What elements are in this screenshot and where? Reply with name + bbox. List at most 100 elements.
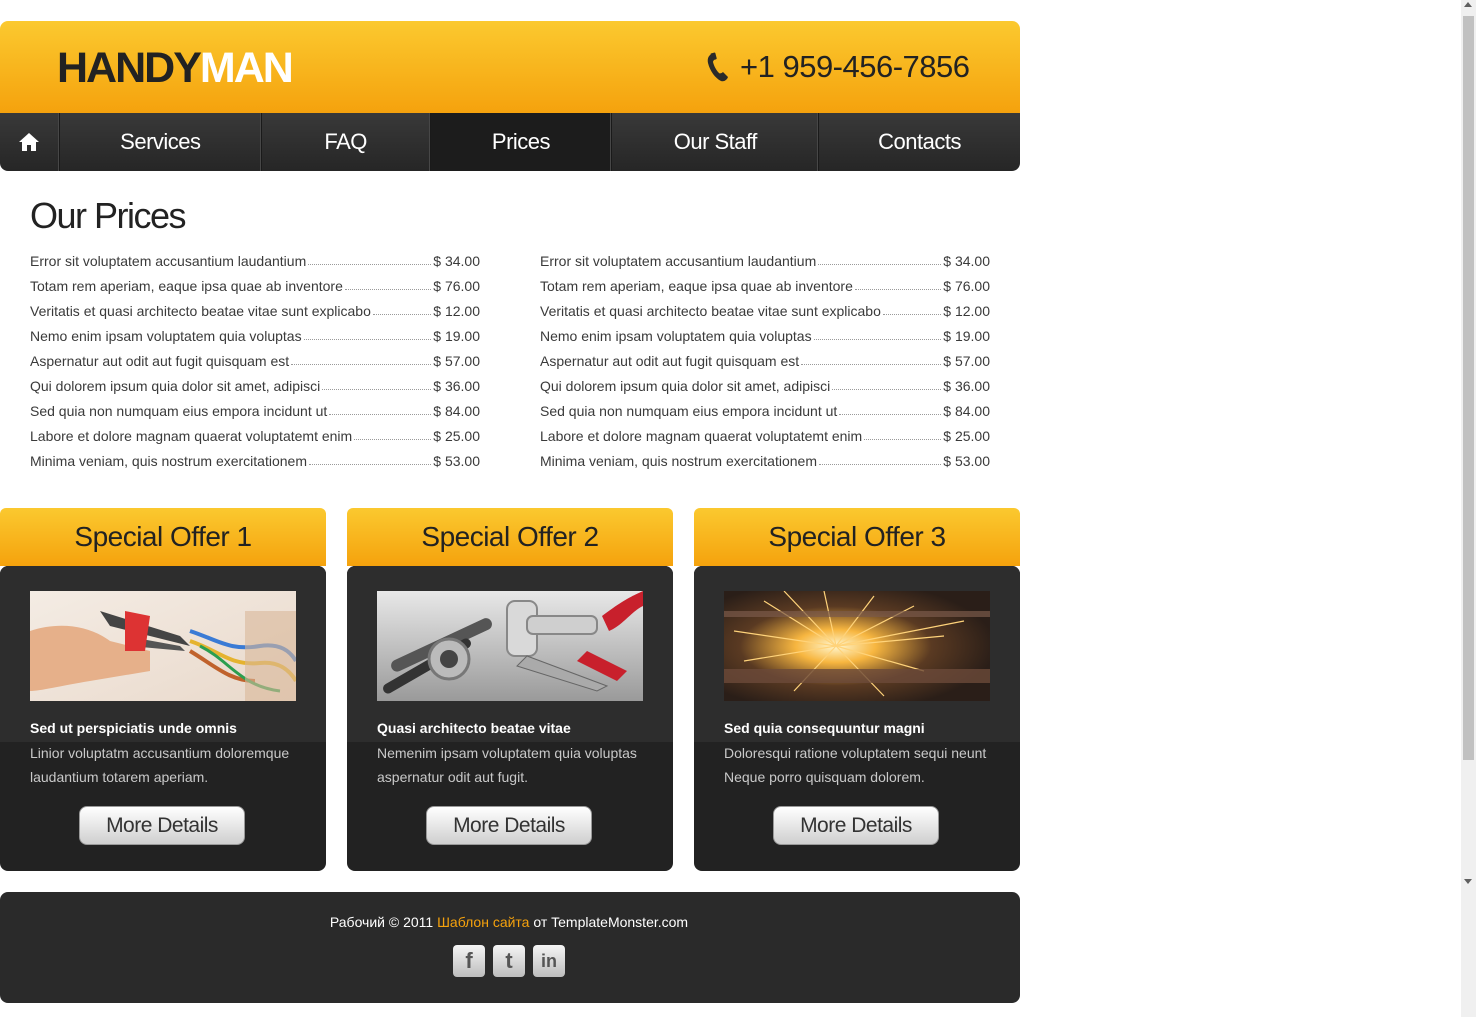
- special-offer-3: Special Offer 3 Sed quia consequuntur ma…: [694, 508, 1020, 871]
- footer-link[interactable]: Шаблон сайта: [437, 914, 529, 930]
- price-row: Sed quia non numquam eius empora incidun…: [540, 394, 990, 419]
- price-item-name: Totam rem aperiam, eaque ipsa quae ab in…: [30, 278, 343, 294]
- dotted-leader: [839, 413, 942, 415]
- header: HANDYMAN +1 959-456-7856: [0, 21, 1020, 113]
- price-list-right: Error sit voluptatem accusantium laudant…: [540, 244, 990, 469]
- nav-prices[interactable]: Prices: [430, 113, 613, 171]
- nav-our-staff[interactable]: Our Staff: [612, 113, 820, 171]
- dotted-leader: [308, 263, 432, 265]
- footer: Рабочий © 2011 Шаблон сайта от TemplateM…: [0, 892, 1020, 1003]
- plumbing-tools-photo: [377, 591, 643, 701]
- price-row: Labore et dolore magnam quaerat voluptat…: [540, 419, 990, 444]
- price-item-name: Veritatis et quasi architecto beatae vit…: [540, 303, 881, 319]
- offer-heading: Sed quia consequuntur magni: [724, 720, 925, 736]
- price-value: $ 76.00: [943, 278, 990, 294]
- price-value: $ 76.00: [433, 278, 480, 294]
- dotted-leader: [832, 388, 942, 390]
- price-value: $ 12.00: [943, 303, 990, 319]
- page: HANDYMAN +1 959-456-7856 Services FAQ Pr…: [0, 21, 1020, 871]
- dotted-leader: [322, 388, 432, 390]
- price-row: Totam rem aperiam, eaque ipsa quae ab in…: [540, 269, 990, 294]
- price-value: $ 36.00: [943, 378, 990, 394]
- nav-contacts[interactable]: Contacts: [819, 113, 1020, 171]
- price-row: Error sit voluptatem accusantium laudant…: [540, 244, 990, 269]
- dotted-leader: [372, 313, 432, 315]
- dotted-leader: [819, 463, 942, 465]
- dotted-leader: [818, 263, 942, 265]
- offer-title: Special Offer 1: [0, 508, 326, 566]
- dotted-leader: [329, 413, 432, 415]
- logo[interactable]: HANDYMAN: [57, 44, 294, 92]
- price-value: $ 25.00: [943, 428, 990, 444]
- dotted-leader: [303, 338, 432, 340]
- more-details-button-2[interactable]: More Details: [426, 806, 592, 845]
- price-item-name: Qui dolorem ipsum quia dolor sit amet, a…: [30, 378, 321, 394]
- price-value: $ 12.00: [433, 303, 480, 319]
- nav-faq[interactable]: FAQ: [262, 113, 431, 171]
- price-value: $ 19.00: [433, 328, 480, 344]
- price-item-name: Nemo enim ipsam voluptatem quia voluptas: [540, 328, 812, 344]
- price-row: Aspernatur aut odit aut fugit quisquam e…: [30, 344, 480, 369]
- logo-part2: MAN: [199, 44, 294, 92]
- price-item-name: Error sit voluptatem accusantium laudant…: [540, 253, 817, 269]
- footer-suffix: от TemplateMonster.com: [529, 914, 689, 930]
- price-item-name: Labore et dolore magnam quaerat voluptat…: [540, 428, 863, 444]
- price-value: $ 34.00: [943, 253, 990, 269]
- price-item-name: Minima veniam, quis nostrum exercitation…: [540, 453, 817, 469]
- price-value: $ 53.00: [433, 453, 480, 469]
- price-row: Veritatis et quasi architecto beatae vit…: [30, 294, 480, 319]
- price-value: $ 25.00: [433, 428, 480, 444]
- price-item-name: Totam rem aperiam, eaque ipsa quae ab in…: [540, 278, 853, 294]
- offer-heading: Sed ut perspiciatis unde omnis: [30, 720, 237, 736]
- price-row: Qui dolorem ipsum quia dolor sit amet, a…: [30, 369, 480, 394]
- dotted-leader: [344, 288, 432, 290]
- nav-services[interactable]: Services: [60, 113, 262, 171]
- price-value: $ 84.00: [943, 403, 990, 419]
- scroll-down-icon[interactable]: [1464, 879, 1472, 884]
- offer-body: Sed ut perspiciatis unde omnis Linior vo…: [0, 566, 326, 871]
- scroll-up-icon[interactable]: [1464, 2, 1472, 7]
- price-item-name: Qui dolorem ipsum quia dolor sit amet, a…: [540, 378, 831, 394]
- price-row: Veritatis et quasi architecto beatae vit…: [540, 294, 990, 319]
- price-value: $ 57.00: [433, 353, 480, 369]
- price-value: $ 57.00: [943, 353, 990, 369]
- price-row: Totam rem aperiam, eaque ipsa quae ab in…: [30, 269, 480, 294]
- social-links: f t in: [453, 945, 565, 977]
- footer-prefix: Рабочий © 2011: [329, 914, 438, 930]
- more-details-button-3[interactable]: More Details: [773, 806, 939, 845]
- special-offer-2: Special Offer 2 Quasi architecto beatae …: [347, 508, 673, 871]
- price-row: Minima veniam, quis nostrum exercitation…: [540, 444, 990, 469]
- price-row: Nemo enim ipsam voluptatem quia voluptas…: [540, 319, 990, 344]
- price-item-name: Error sit voluptatem accusantium laudant…: [30, 253, 307, 269]
- offer-text: Doloresqui ratione voluptatem sequi neun…: [724, 745, 987, 785]
- price-value: $ 34.00: [433, 253, 480, 269]
- price-item-name: Minima veniam, quis nostrum exercitation…: [30, 453, 307, 469]
- main-nav: Services FAQ Prices Our Staff Contacts: [0, 113, 1020, 171]
- price-item-name: Nemo enim ipsam voluptatem quia voluptas: [30, 328, 302, 344]
- more-details-button-1[interactable]: More Details: [79, 806, 245, 845]
- price-item-name: Aspernatur aut odit aut fugit quisquam e…: [30, 353, 290, 369]
- facebook-icon[interactable]: f: [453, 945, 485, 977]
- special-offer-1: Special Offer 1 Sed ut perspiciatis unde…: [0, 508, 326, 871]
- price-item-name: Labore et dolore magnam quaerat voluptat…: [30, 428, 353, 444]
- phone-block: +1 959-456-7856: [706, 49, 970, 85]
- linkedin-icon[interactable]: in: [533, 945, 565, 977]
- offer-text: Linior voluptatm accusantium doloremque …: [30, 745, 290, 785]
- dotted-leader: [291, 363, 432, 365]
- phone-number: +1 959-456-7856: [740, 49, 970, 84]
- price-value: $ 53.00: [943, 453, 990, 469]
- twitter-icon[interactable]: t: [493, 945, 525, 977]
- offer-body: Quasi architecto beatae vitae Nemenim ip…: [347, 566, 673, 871]
- offer-body: Sed quia consequuntur magni Doloresqui r…: [694, 566, 1020, 871]
- dotted-leader: [813, 338, 942, 340]
- price-row: Qui dolorem ipsum quia dolor sit amet, a…: [540, 369, 990, 394]
- nav-home[interactable]: [0, 113, 60, 171]
- offer-heading: Quasi architecto beatae vitae: [377, 720, 571, 736]
- page-scrollbar[interactable]: [1461, 0, 1476, 1017]
- scrollbar-thumb[interactable]: [1463, 16, 1474, 760]
- phone-icon: [707, 52, 728, 82]
- page-title: Our Prices: [30, 195, 187, 236]
- price-item-name: Veritatis et quasi architecto beatae vit…: [30, 303, 371, 319]
- offer-title: Special Offer 3: [694, 508, 1020, 566]
- dotted-leader: [882, 313, 942, 315]
